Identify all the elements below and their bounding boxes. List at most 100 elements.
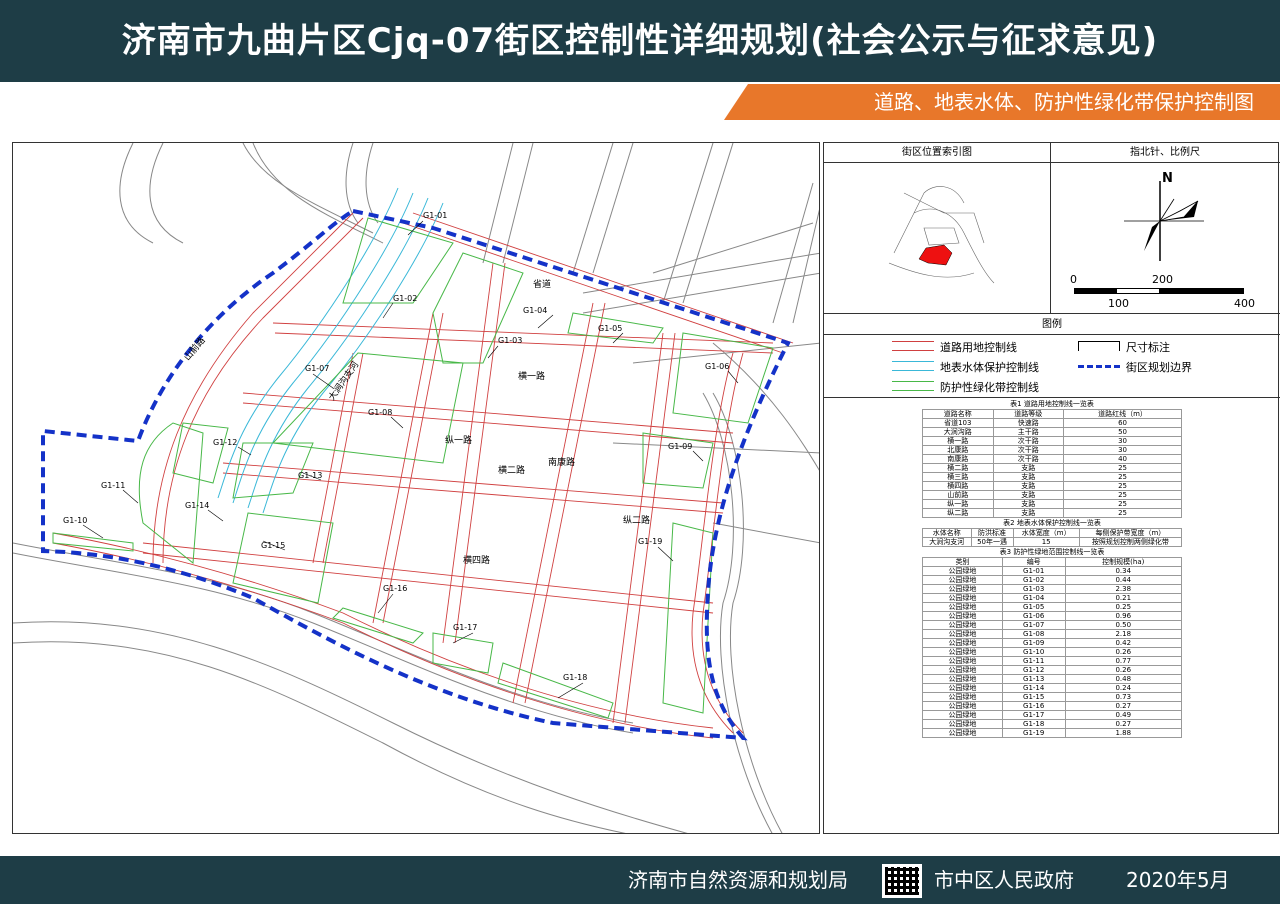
table-cell: 公园绿地 [922, 719, 1003, 729]
scale-label-100: 100 [1108, 297, 1129, 310]
table-cell: 横一路 [922, 436, 994, 446]
legend-water-line: 地表水体保护控制线 [940, 361, 1039, 374]
table-cell: G1-14 [1001, 683, 1066, 693]
table-cell: 次干路 [992, 454, 1065, 464]
page-title: 济南市九曲片区Cjq-07街区控制性详细规划(社会公示与征求意见) [121, 21, 1159, 61]
table-row: 公园绿地 G1-13 0.48 [922, 674, 1183, 684]
footer-bar: 济南市自然资源和规划局 市中区人民政府 2020年5月 [0, 856, 1280, 904]
table-header-cell: 每侧保护带宽度（m） [1078, 528, 1183, 538]
table-row: 公园绿地 G1-17 0.49 [922, 710, 1183, 720]
road-label: 纵二路 [623, 514, 650, 526]
table-cell: G1-17 [1001, 710, 1066, 720]
table-cell: 公园绿地 [922, 629, 1003, 639]
table1-caption: 表1 道路用地控制线一览表 [1010, 400, 1094, 408]
tables-area: 表1 道路用地控制线一览表 道路名称 道路等级 道路红线（m） 省道103 快速路 60… [922, 399, 1183, 738]
table-cell: 0.26 [1064, 647, 1183, 657]
table-cell: 公园绿地 [922, 656, 1003, 666]
table-cell: 横四路 [922, 481, 994, 491]
road-label: 横二路 [498, 464, 525, 476]
parcel-label: G1-12 [213, 438, 237, 447]
table-cell: G1-01 [1001, 566, 1066, 576]
table-cell: 次干路 [992, 436, 1065, 446]
table-row: 公园绿地 G1-03 2.38 [922, 584, 1183, 594]
qr-code-icon [882, 864, 922, 898]
table-cell: G1-12 [1001, 665, 1066, 675]
table-cell: 公园绿地 [922, 620, 1003, 630]
table-cell: 支路 [992, 508, 1065, 518]
table-header-cell: 类别 [922, 557, 1003, 567]
table-cell: 公园绿地 [922, 611, 1003, 621]
table-row: 公园绿地 G1-05 0.25 [922, 602, 1183, 612]
table-cell: 南康路 [922, 454, 994, 464]
parcel-label: G1-09 [668, 442, 692, 451]
table-row: 南康路 次干路 40 [922, 454, 1182, 464]
north-scale-header: 指北针、比例尺 [1050, 143, 1280, 163]
scale-bar [1074, 288, 1244, 294]
scale-label-400: 400 [1234, 297, 1255, 310]
table-cell: 0.25 [1064, 602, 1183, 612]
table-row: 横三路 支路 25 [922, 472, 1182, 482]
table-cell: 0.21 [1064, 593, 1183, 603]
parcel-label: G1-08 [368, 408, 392, 417]
table-row: 公园绿地 G1-15 0.73 [922, 692, 1183, 702]
road-label: 横四路 [463, 554, 490, 566]
legend-green-line: 防护性绿化带控制线 [940, 381, 1039, 394]
parcel-label: G1-17 [453, 623, 477, 632]
table-row: 公园绿地 G1-11 0.77 [922, 656, 1183, 666]
table-cell: 0.42 [1064, 638, 1183, 648]
table-cell: G1-07 [1001, 620, 1066, 630]
table-cell: G1-16 [1001, 701, 1066, 711]
parcel-label: G1-01 [423, 211, 447, 220]
parcel-label: G1-04 [523, 306, 547, 315]
table-row: 公园绿地 G1-09 0.42 [922, 638, 1183, 648]
table-cell: G1-05 [1001, 602, 1066, 612]
parcel-label: G1-06 [705, 362, 729, 371]
parcel-label: G1-18 [563, 673, 587, 682]
table-row: 公园绿地 G1-18 0.27 [922, 719, 1183, 729]
parcel-label: G1-10 [63, 516, 87, 525]
table-cell: G1-19 [1001, 728, 1066, 738]
table-cell: 山前路 [922, 490, 994, 500]
table-row: 横二路 支路 25 [922, 463, 1182, 473]
green-table: 类别 编号 控制规模(ha) 公园绿地 G1-01 0.34 公园绿地 G1-02 0.44 公… [922, 557, 1183, 738]
table-row: 公园绿地 G1-06 0.96 [922, 611, 1183, 621]
index-map-header: 街区位置索引图 [824, 143, 1050, 163]
table-row: 公园绿地 G1-08 2.18 [922, 629, 1183, 639]
table-cell: G1-06 [1001, 611, 1066, 621]
table-cell: 纵二路 [922, 508, 994, 518]
table-cell: G1-03 [1001, 584, 1066, 594]
table-row: 公园绿地 G1-16 0.27 [922, 701, 1183, 711]
table-cell: 25 [1063, 472, 1182, 482]
district-boundary [41, 208, 791, 741]
parcel-label: G1-14 [185, 501, 209, 510]
table-row: 纵二路 支路 25 [922, 508, 1182, 518]
table-cell: 大涧沟路 [922, 427, 994, 437]
table-cell: 按照规划控制两侧绿化带 [1078, 537, 1183, 547]
table-header-cell: 水体宽度（m） [1012, 528, 1080, 538]
subtitle-bar: 道路、地表水体、防护性绿化带保护控制图 [724, 84, 1280, 120]
parcel-label: G1-05 [598, 324, 622, 333]
table-cell: 支路 [992, 490, 1065, 500]
table-cell: G1-10 [1001, 647, 1066, 657]
table-cell: 次干路 [992, 445, 1065, 455]
table-cell: 0.73 [1064, 692, 1183, 702]
legend-boundary: 街区规划边界 [1126, 361, 1192, 374]
side-panel: 街区位置索引图 指北针、比例尺 N 0 200 100 400 图例 道路用地控… [823, 142, 1280, 834]
table-cell: 公园绿地 [922, 683, 1003, 693]
table3-caption: 表3 防护性绿地范围控制线一览表 [999, 548, 1105, 556]
index-map [888, 186, 995, 284]
table-cell: 2.18 [1064, 629, 1183, 639]
table-cell: 支路 [992, 499, 1065, 509]
table-cell: 公园绿地 [922, 602, 1003, 612]
boundary-swatch [1078, 365, 1120, 368]
table-cell: 0.50 [1064, 620, 1183, 630]
table-cell: G1-15 [1001, 692, 1066, 702]
table-cell: G1-18 [1001, 719, 1066, 729]
map-subtitle: 道路、地表水体、防护性绿化带保护控制图 [874, 90, 1254, 114]
parcel-label: G1-16 [383, 584, 407, 593]
scale-label-0: 0 [1070, 273, 1077, 286]
table-cell: 公园绿地 [922, 638, 1003, 648]
table-cell: G1-08 [1001, 629, 1066, 639]
table-cell: 北康路 [922, 445, 994, 455]
table-cell: 大涧沟支河 [922, 537, 972, 547]
